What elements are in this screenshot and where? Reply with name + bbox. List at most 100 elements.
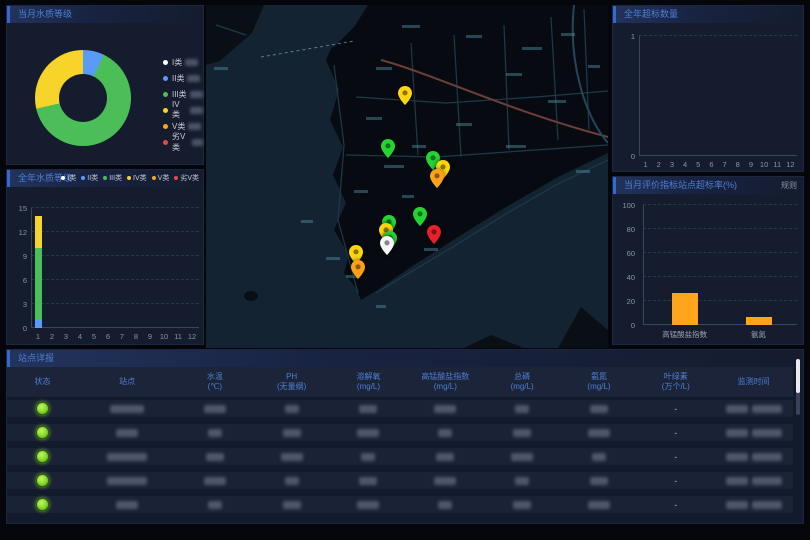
legend-item-I类[interactable]: I类 xyxy=(163,54,203,70)
cell: - xyxy=(637,452,714,462)
legend-item-V类[interactable]: V类 xyxy=(152,172,170,184)
redacted-value xyxy=(361,453,375,461)
cell xyxy=(330,429,407,437)
gridline xyxy=(643,252,797,253)
legend-value-redacted xyxy=(185,59,198,66)
table-header: 状态站点水温(℃)PH(无量纲)溶解氧(mg/L)高锰酸盐指数(mg/L)总磷(… xyxy=(7,367,793,397)
gridline xyxy=(31,231,199,232)
legend-value-redacted xyxy=(190,91,203,98)
x-tick-label: 5 xyxy=(89,332,99,341)
col-unit: (mg/L) xyxy=(587,382,610,391)
legend-item-II类[interactable]: II类 xyxy=(81,172,98,184)
table-row[interactable]: - xyxy=(7,496,793,513)
col-header-1: 站点 xyxy=(78,377,177,387)
donut-legend: I类II类III类IV类V类劣V类 xyxy=(163,54,203,150)
cell xyxy=(561,477,638,485)
legend-dot xyxy=(163,108,168,113)
cell xyxy=(714,453,793,461)
gridline xyxy=(639,35,797,36)
legend-item-IV类[interactable]: IV类 xyxy=(163,102,203,118)
x-tick-label: 11 xyxy=(173,332,183,341)
y-tick-label: 100 xyxy=(619,201,635,210)
chlorophyll-value: - xyxy=(674,428,677,438)
table-row[interactable]: - xyxy=(7,400,793,417)
x-tick-label: 1 xyxy=(33,332,43,341)
col-header-3: PH(无量纲) xyxy=(253,372,330,392)
y-tick-label: 60 xyxy=(619,249,635,258)
x-tick-label: 10 xyxy=(759,160,769,169)
map-pin-orange[interactable] xyxy=(430,169,444,188)
y-tick-label: 80 xyxy=(619,225,635,234)
col-label: 高锰酸盐指数 xyxy=(421,372,469,381)
table-row[interactable]: - xyxy=(7,448,793,465)
legend-item-劣V类[interactable]: 劣V类 xyxy=(163,134,203,150)
col-unit: (mg/L) xyxy=(357,382,380,391)
stacked-bar-segment-III类 xyxy=(35,248,42,320)
redacted-value xyxy=(438,429,452,437)
cell xyxy=(78,453,177,461)
redacted-station-name xyxy=(116,501,138,509)
table-scrollbar-thumb[interactable] xyxy=(796,359,800,393)
legend-label: 劣V类 xyxy=(180,173,199,183)
cell xyxy=(253,501,330,509)
pin-icon xyxy=(430,169,444,188)
legend-value-redacted xyxy=(192,139,203,146)
col-unit: (万个/L) xyxy=(662,382,690,391)
gridline xyxy=(643,228,797,229)
cell xyxy=(176,501,253,509)
redacted-value xyxy=(515,405,529,413)
legend-label: II类 xyxy=(172,73,184,84)
pin-icon xyxy=(381,139,395,158)
legend-label: IV类 xyxy=(172,100,187,120)
cell xyxy=(176,405,253,413)
cell xyxy=(484,429,561,437)
col-label: 水温 xyxy=(207,372,223,381)
map-pin-green[interactable] xyxy=(381,139,395,158)
legend-dot xyxy=(163,60,168,65)
legend-item-IV类[interactable]: IV类 xyxy=(127,172,147,184)
rules-link[interactable]: 规则 xyxy=(781,177,797,194)
cell xyxy=(7,426,78,439)
redacted-value xyxy=(204,477,226,485)
map-pin-white[interactable] xyxy=(380,236,394,255)
col-header-9: 监测时间 xyxy=(714,377,793,387)
legend-item-III类[interactable]: III类 xyxy=(103,172,122,184)
col-header-0: 状态 xyxy=(7,377,78,387)
map[interactable] xyxy=(206,5,608,348)
cell xyxy=(714,477,793,485)
redacted-value xyxy=(357,429,379,437)
panel-title-station-table: 站点详报 xyxy=(7,350,803,367)
redacted-value xyxy=(511,453,533,461)
redacted-value xyxy=(208,501,222,509)
redacted-value xyxy=(436,453,454,461)
redacted-station-name xyxy=(116,429,138,437)
legend-item-II类[interactable]: II类 xyxy=(163,70,203,86)
panel-station-table: 站点详报 状态站点水温(℃)PH(无量纲)溶解氧(mg/L)高锰酸盐指数(mg/… xyxy=(6,349,804,524)
legend-item-劣V类[interactable]: 劣V类 xyxy=(174,172,199,184)
map-pin-red[interactable] xyxy=(427,225,441,244)
y-axis xyxy=(31,208,32,328)
redacted-time xyxy=(752,405,782,413)
col-label: PH xyxy=(286,372,297,381)
legend-item-I类[interactable]: I类 xyxy=(61,172,76,184)
col-label: 总磷 xyxy=(514,372,530,381)
legend-dot xyxy=(174,176,178,180)
table-row[interactable]: - xyxy=(7,472,793,489)
table-scrollbar[interactable] xyxy=(796,359,800,415)
x-tick-label: 7 xyxy=(720,160,730,169)
status-indicator-ok xyxy=(36,498,49,511)
rate-bar-label: 氨氮 xyxy=(751,329,766,340)
panel-title-month-quality: 当月水质等级 xyxy=(7,6,203,23)
table-row[interactable]: - xyxy=(7,424,793,441)
map-pin-yellow[interactable] xyxy=(398,86,412,105)
donut-hole xyxy=(59,74,107,122)
panel-exceed-count: 全年超标数量 01 123456789101112 xyxy=(612,5,804,172)
y-tick-label: 40 xyxy=(619,273,635,282)
redacted-value xyxy=(434,477,456,485)
map-pin-orange[interactable] xyxy=(351,260,365,279)
map-pin-green[interactable] xyxy=(413,207,427,226)
redacted-value xyxy=(588,429,610,437)
cell xyxy=(7,450,78,463)
col-header-6: 总磷(mg/L) xyxy=(484,372,561,392)
col-label: 氨氮 xyxy=(591,372,607,381)
